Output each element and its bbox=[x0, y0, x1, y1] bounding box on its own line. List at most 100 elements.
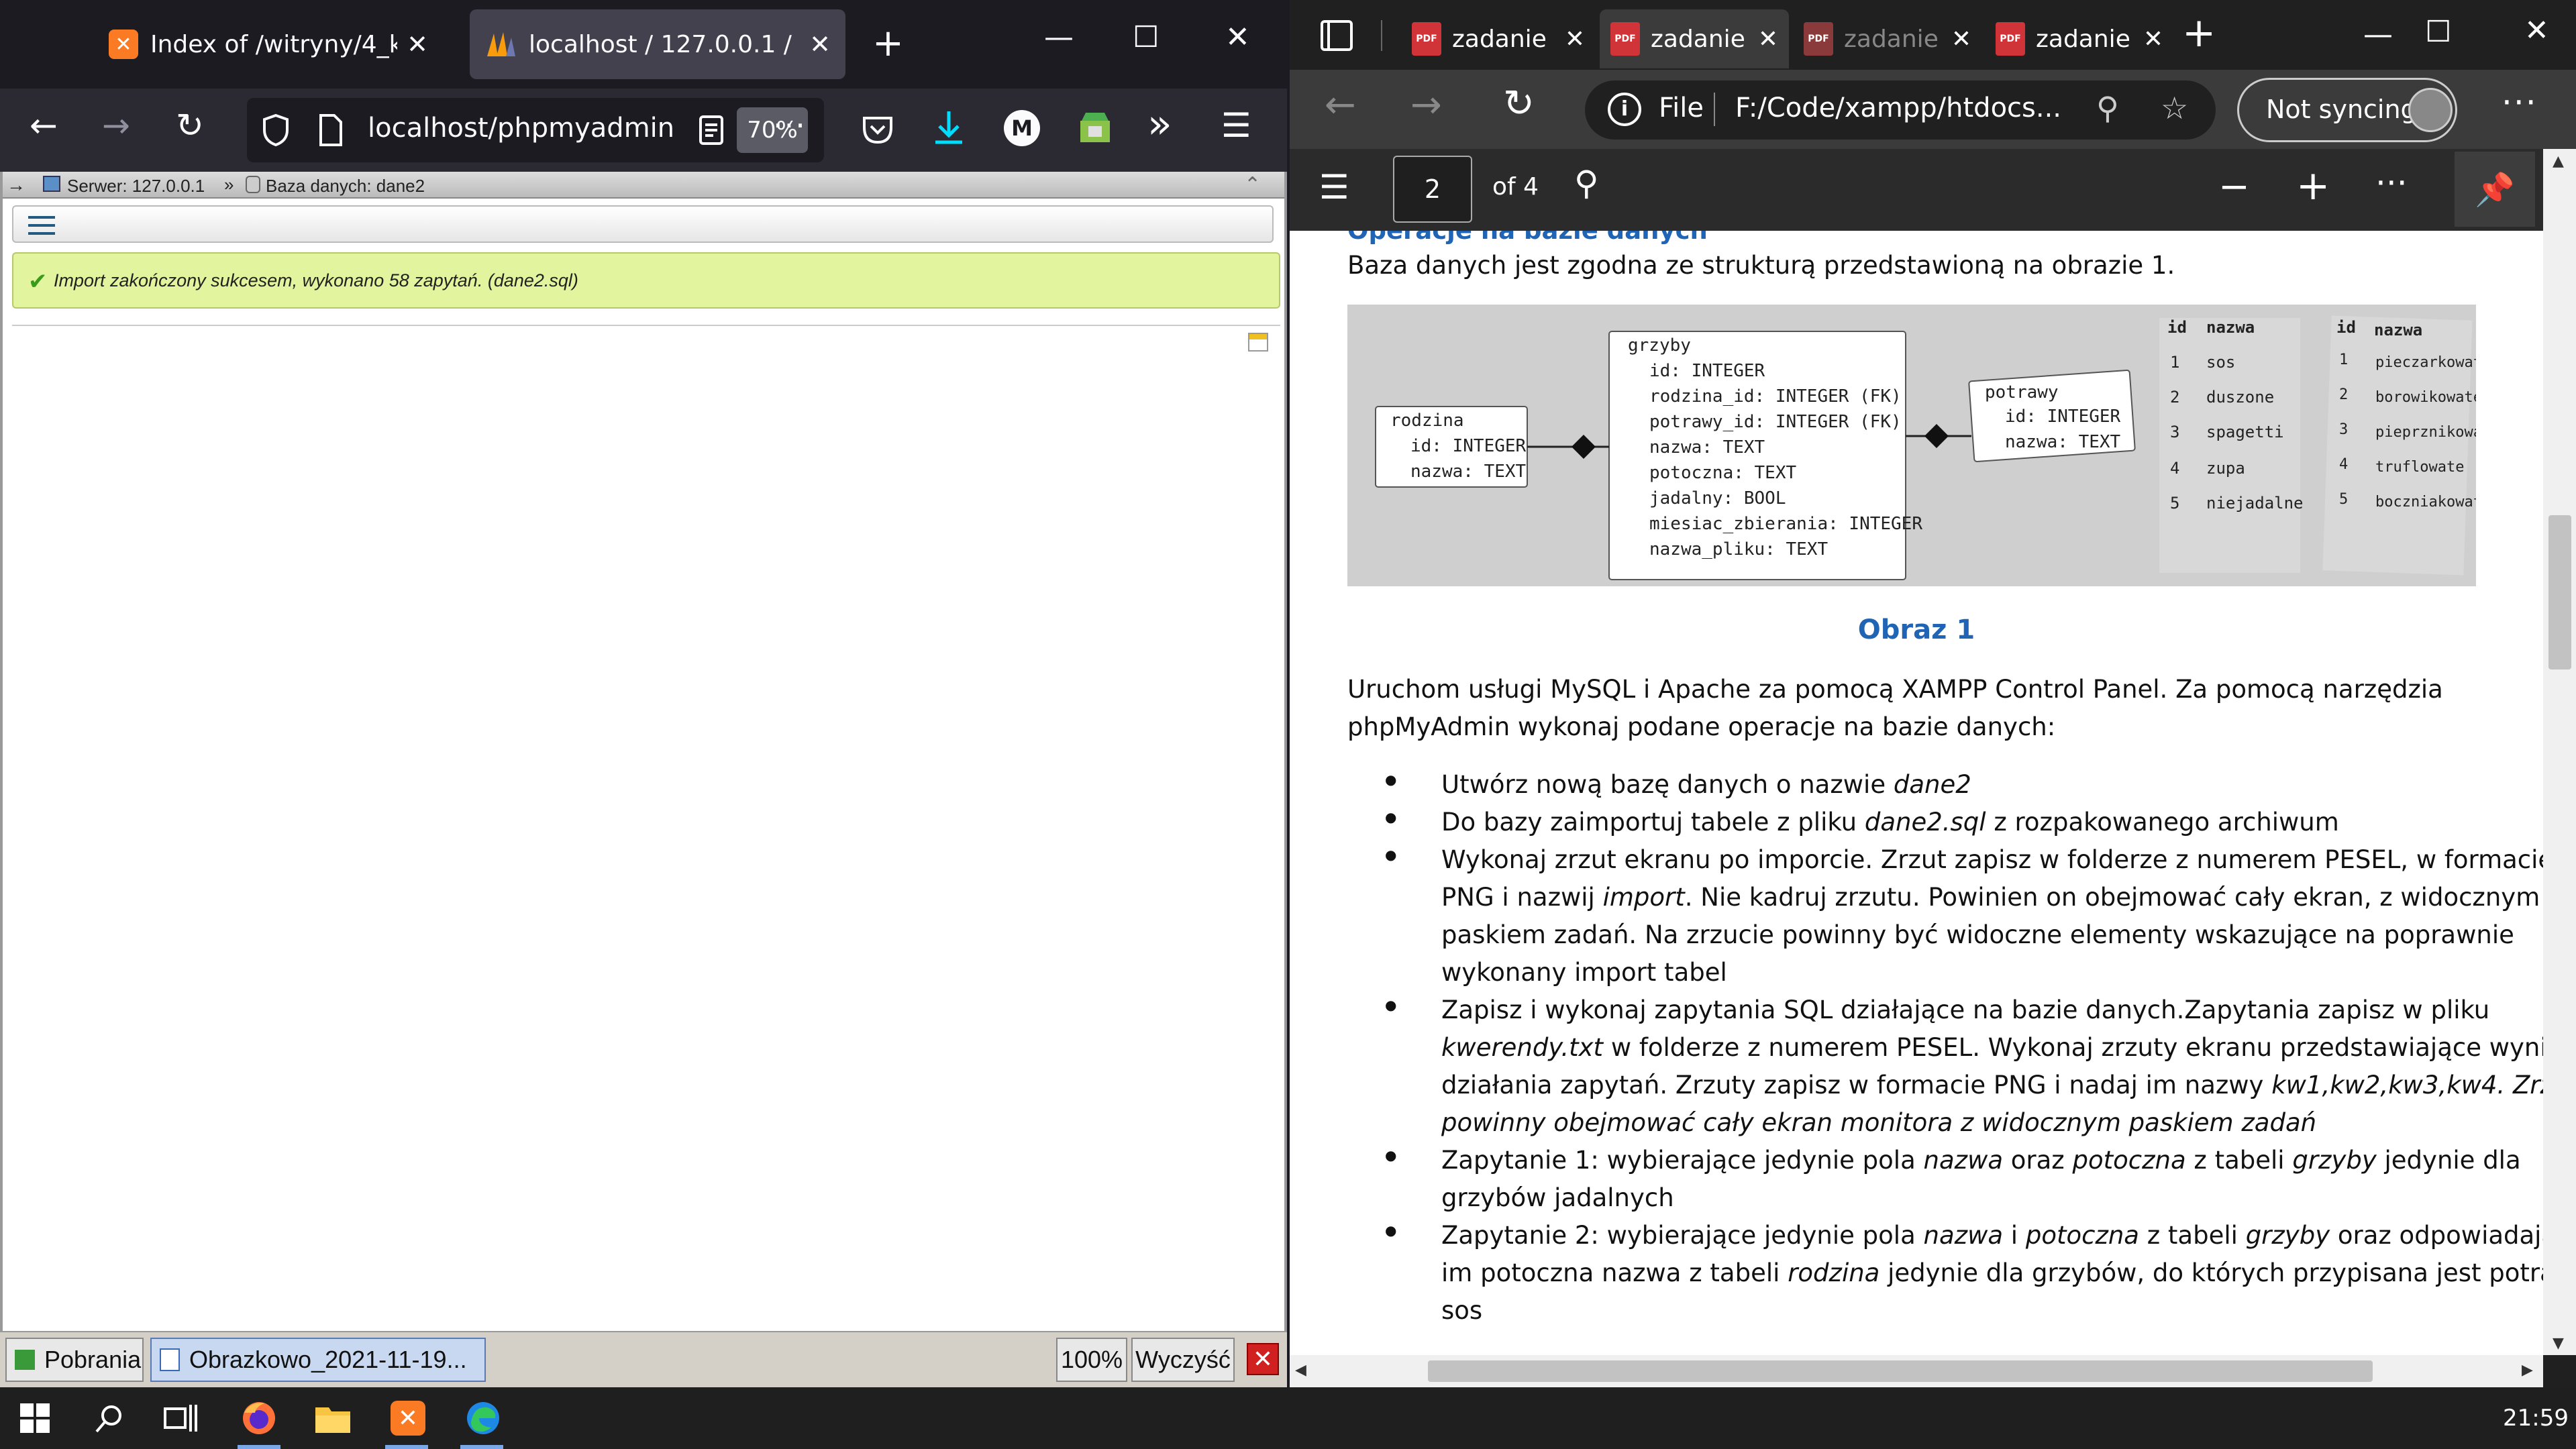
close-window-button[interactable]: ✕ bbox=[1225, 20, 1250, 54]
more-tools-icon[interactable]: » bbox=[1147, 101, 1172, 148]
zoom-out-icon[interactable]: − bbox=[2218, 165, 2250, 209]
edge-window: PDF zadanie ✕ PDF zadanie ✕ PDF zadanie … bbox=[1290, 0, 2576, 1387]
hamburger-menu-icon[interactable] bbox=[27, 213, 56, 237]
zoom-icon[interactable]: ⚲ bbox=[2096, 90, 2119, 126]
minimize-button[interactable]: — bbox=[2363, 17, 2393, 52]
close-icon[interactable]: ✕ bbox=[407, 30, 428, 59]
minimize-button[interactable]: — bbox=[1044, 20, 1074, 54]
zoom-in-icon[interactable]: + bbox=[2296, 162, 2330, 209]
tab-title: zadanie bbox=[1844, 25, 1939, 53]
new-tab-button[interactable]: + bbox=[2182, 9, 2216, 56]
bullet-text-line: kwerendy.txt w folderze z numerem PESEL.… bbox=[1441, 1033, 2543, 1062]
maximize-button[interactable]: ☐ bbox=[1133, 20, 1159, 54]
breadcrumb-database[interactable]: Baza danych: dane2 bbox=[266, 176, 425, 197]
contents-icon[interactable]: ☰ bbox=[1319, 168, 1349, 207]
edge-taskbar-icon[interactable] bbox=[452, 1387, 514, 1449]
back-icon[interactable]: ← bbox=[1325, 83, 1356, 127]
scroll-down-icon[interactable]: ▼ bbox=[2553, 1335, 2564, 1352]
windows-start-icon[interactable] bbox=[4, 1387, 66, 1449]
url-text: F:/Code/xampp/htdocs... bbox=[1735, 93, 2062, 123]
reload-icon[interactable]: ↻ bbox=[176, 106, 204, 145]
scroll-up-icon[interactable]: ▲ bbox=[2553, 153, 2564, 170]
table2-cell: 3 bbox=[2339, 421, 2349, 438]
tab-actions-icon[interactable] bbox=[1321, 20, 1353, 51]
edge-address-bar[interactable]: i File F:/Code/xampp/htdocs... ⚲ ☆ bbox=[1585, 80, 2216, 140]
close-icon[interactable]: ✕ bbox=[809, 30, 831, 59]
console-toggle-icon[interactable] bbox=[1248, 333, 1268, 352]
clock[interactable]: 21:59 bbox=[2503, 1405, 2569, 1432]
tab-phpmyadmin[interactable]: localhost / 127.0.0.1 / dane2 ✕ bbox=[470, 9, 845, 79]
search-icon[interactable] bbox=[78, 1387, 140, 1449]
scrollbar-thumb[interactable] bbox=[2548, 515, 2571, 669]
edge-tab-4[interactable]: PDF zadanie ✕ bbox=[1985, 9, 2174, 68]
page-number-input[interactable]: 2 bbox=[1393, 156, 1472, 223]
section-heading: Operacje na bazie danych bbox=[1347, 231, 1708, 245]
close-icon[interactable]: ✕ bbox=[1951, 25, 1971, 53]
shield-icon[interactable] bbox=[260, 111, 291, 149]
scroll-left-icon[interactable]: ◀ bbox=[1295, 1362, 1306, 1379]
find-icon[interactable]: ⚲ bbox=[1574, 164, 1599, 203]
close-icon[interactable]: ✕ bbox=[1758, 25, 1778, 53]
vertical-scrollbar[interactable]: ▲ ▼ bbox=[2543, 149, 2576, 1355]
close-icon[interactable]: ✕ bbox=[1565, 25, 1585, 53]
edge-tab-2-active[interactable]: PDF zadanie ✕ bbox=[1600, 9, 1789, 68]
collapse-header-icon[interactable]: ⌃ bbox=[1244, 173, 1261, 197]
close-statusbar-icon[interactable]: ✕ bbox=[1247, 1343, 1279, 1375]
extension-icon[interactable] bbox=[1076, 109, 1114, 146]
horizontal-scrollbar[interactable]: ◀ ▶ bbox=[1290, 1355, 2543, 1387]
task-view-icon[interactable] bbox=[150, 1387, 212, 1449]
bullet-icon: ● bbox=[1385, 847, 1397, 863]
bullet-text-line: im potoczna nazwa z tabeli rodzina jedyn… bbox=[1441, 1258, 2543, 1287]
table1-cell: sos bbox=[2206, 353, 2236, 372]
paragraph-line: phpMyAdmin wykonaj podane operacje na ba… bbox=[1347, 712, 2056, 741]
account-avatar[interactable]: M bbox=[1004, 110, 1040, 146]
hscrollbar-thumb[interactable] bbox=[1428, 1360, 2373, 1382]
bullet-text-line: PNG i nazwij import. Nie kadruj zrzutu. … bbox=[1441, 883, 2540, 912]
downloads-button[interactable]: Pobrania bbox=[5, 1338, 144, 1382]
menu-icon[interactable]: ☰ bbox=[1221, 106, 1251, 145]
scroll-right-icon[interactable]: ▶ bbox=[2522, 1362, 2533, 1379]
close-icon[interactable]: ✕ bbox=[2143, 25, 2163, 53]
rodzina-field: nazwa: TEXT bbox=[1410, 462, 1527, 482]
database-icon bbox=[246, 176, 260, 193]
back-icon[interactable]: ← bbox=[30, 106, 58, 145]
tab-title: zadanie bbox=[2036, 25, 2130, 53]
download-icon[interactable] bbox=[930, 107, 968, 148]
clear-button[interactable]: Wyczyść bbox=[1131, 1338, 1235, 1382]
table1-cell: 5 bbox=[2170, 494, 2180, 513]
paragraph-line: Uruchom usługi MySQL i Apache za pomocą … bbox=[1347, 675, 2443, 704]
settings-more-icon[interactable]: ··· bbox=[2502, 83, 2538, 122]
collapse-nav-icon[interactable]: → bbox=[7, 174, 25, 196]
more-options-icon[interactable]: ··· bbox=[2375, 164, 2408, 203]
reload-icon[interactable]: ↻ bbox=[1503, 82, 1535, 125]
bullet-text-line: Wykonaj zrzut ekranu po imporcie. Zrzut … bbox=[1441, 845, 2543, 874]
sync-button[interactable]: Not syncing bbox=[2237, 78, 2457, 142]
status-zoom-button[interactable]: 100% bbox=[1056, 1338, 1127, 1382]
file-explorer-icon[interactable] bbox=[302, 1387, 364, 1449]
pin-toolbar-icon[interactable]: 📌 bbox=[2455, 152, 2535, 227]
add-favorite-icon[interactable]: ☆ bbox=[2161, 90, 2188, 126]
breadcrumb-server[interactable]: Serwer: 127.0.0.1 bbox=[67, 176, 205, 197]
forward-icon[interactable]: → bbox=[102, 106, 130, 145]
info-icon[interactable]: i bbox=[1608, 93, 1641, 126]
edge-tab-3[interactable]: PDF zadanie ✕ bbox=[1793, 9, 1982, 68]
reader-view-icon[interactable] bbox=[697, 114, 726, 146]
download-file-item[interactable]: Obrazkowo_2021-11-19... bbox=[150, 1338, 486, 1382]
pocket-icon[interactable] bbox=[859, 110, 896, 148]
close-window-button[interactable]: ✕ bbox=[2524, 13, 2549, 48]
potrawy-field: id: INTEGER bbox=[2005, 407, 2121, 427]
sync-label: Not syncing bbox=[2266, 95, 2417, 124]
table2-cell: 5 bbox=[2339, 491, 2349, 508]
maximize-button[interactable]: ☐ bbox=[2425, 15, 2451, 49]
tab-index-witryny[interactable]: ✕ Index of /witryny/4_klasa/ ✕ bbox=[94, 9, 443, 79]
url-bar[interactable]: localhost/phpmyadmin 70% ··· bbox=[247, 98, 824, 162]
forward-icon[interactable]: → bbox=[1410, 83, 1442, 127]
table1-cell: 3 bbox=[2170, 423, 2180, 441]
table1-cell: 1 bbox=[2170, 353, 2180, 372]
page-actions-icon[interactable]: ··· bbox=[773, 107, 807, 144]
new-tab-button[interactable]: + bbox=[872, 20, 904, 67]
edge-tab-1[interactable]: PDF zadanie ✕ bbox=[1401, 9, 1596, 68]
xampp-taskbar-icon[interactable]: ✕ bbox=[377, 1387, 439, 1449]
firefox-taskbar-icon[interactable] bbox=[228, 1387, 290, 1449]
bullet-text-line: Zapytanie 1: wybierające jedynie pola na… bbox=[1441, 1146, 2521, 1175]
